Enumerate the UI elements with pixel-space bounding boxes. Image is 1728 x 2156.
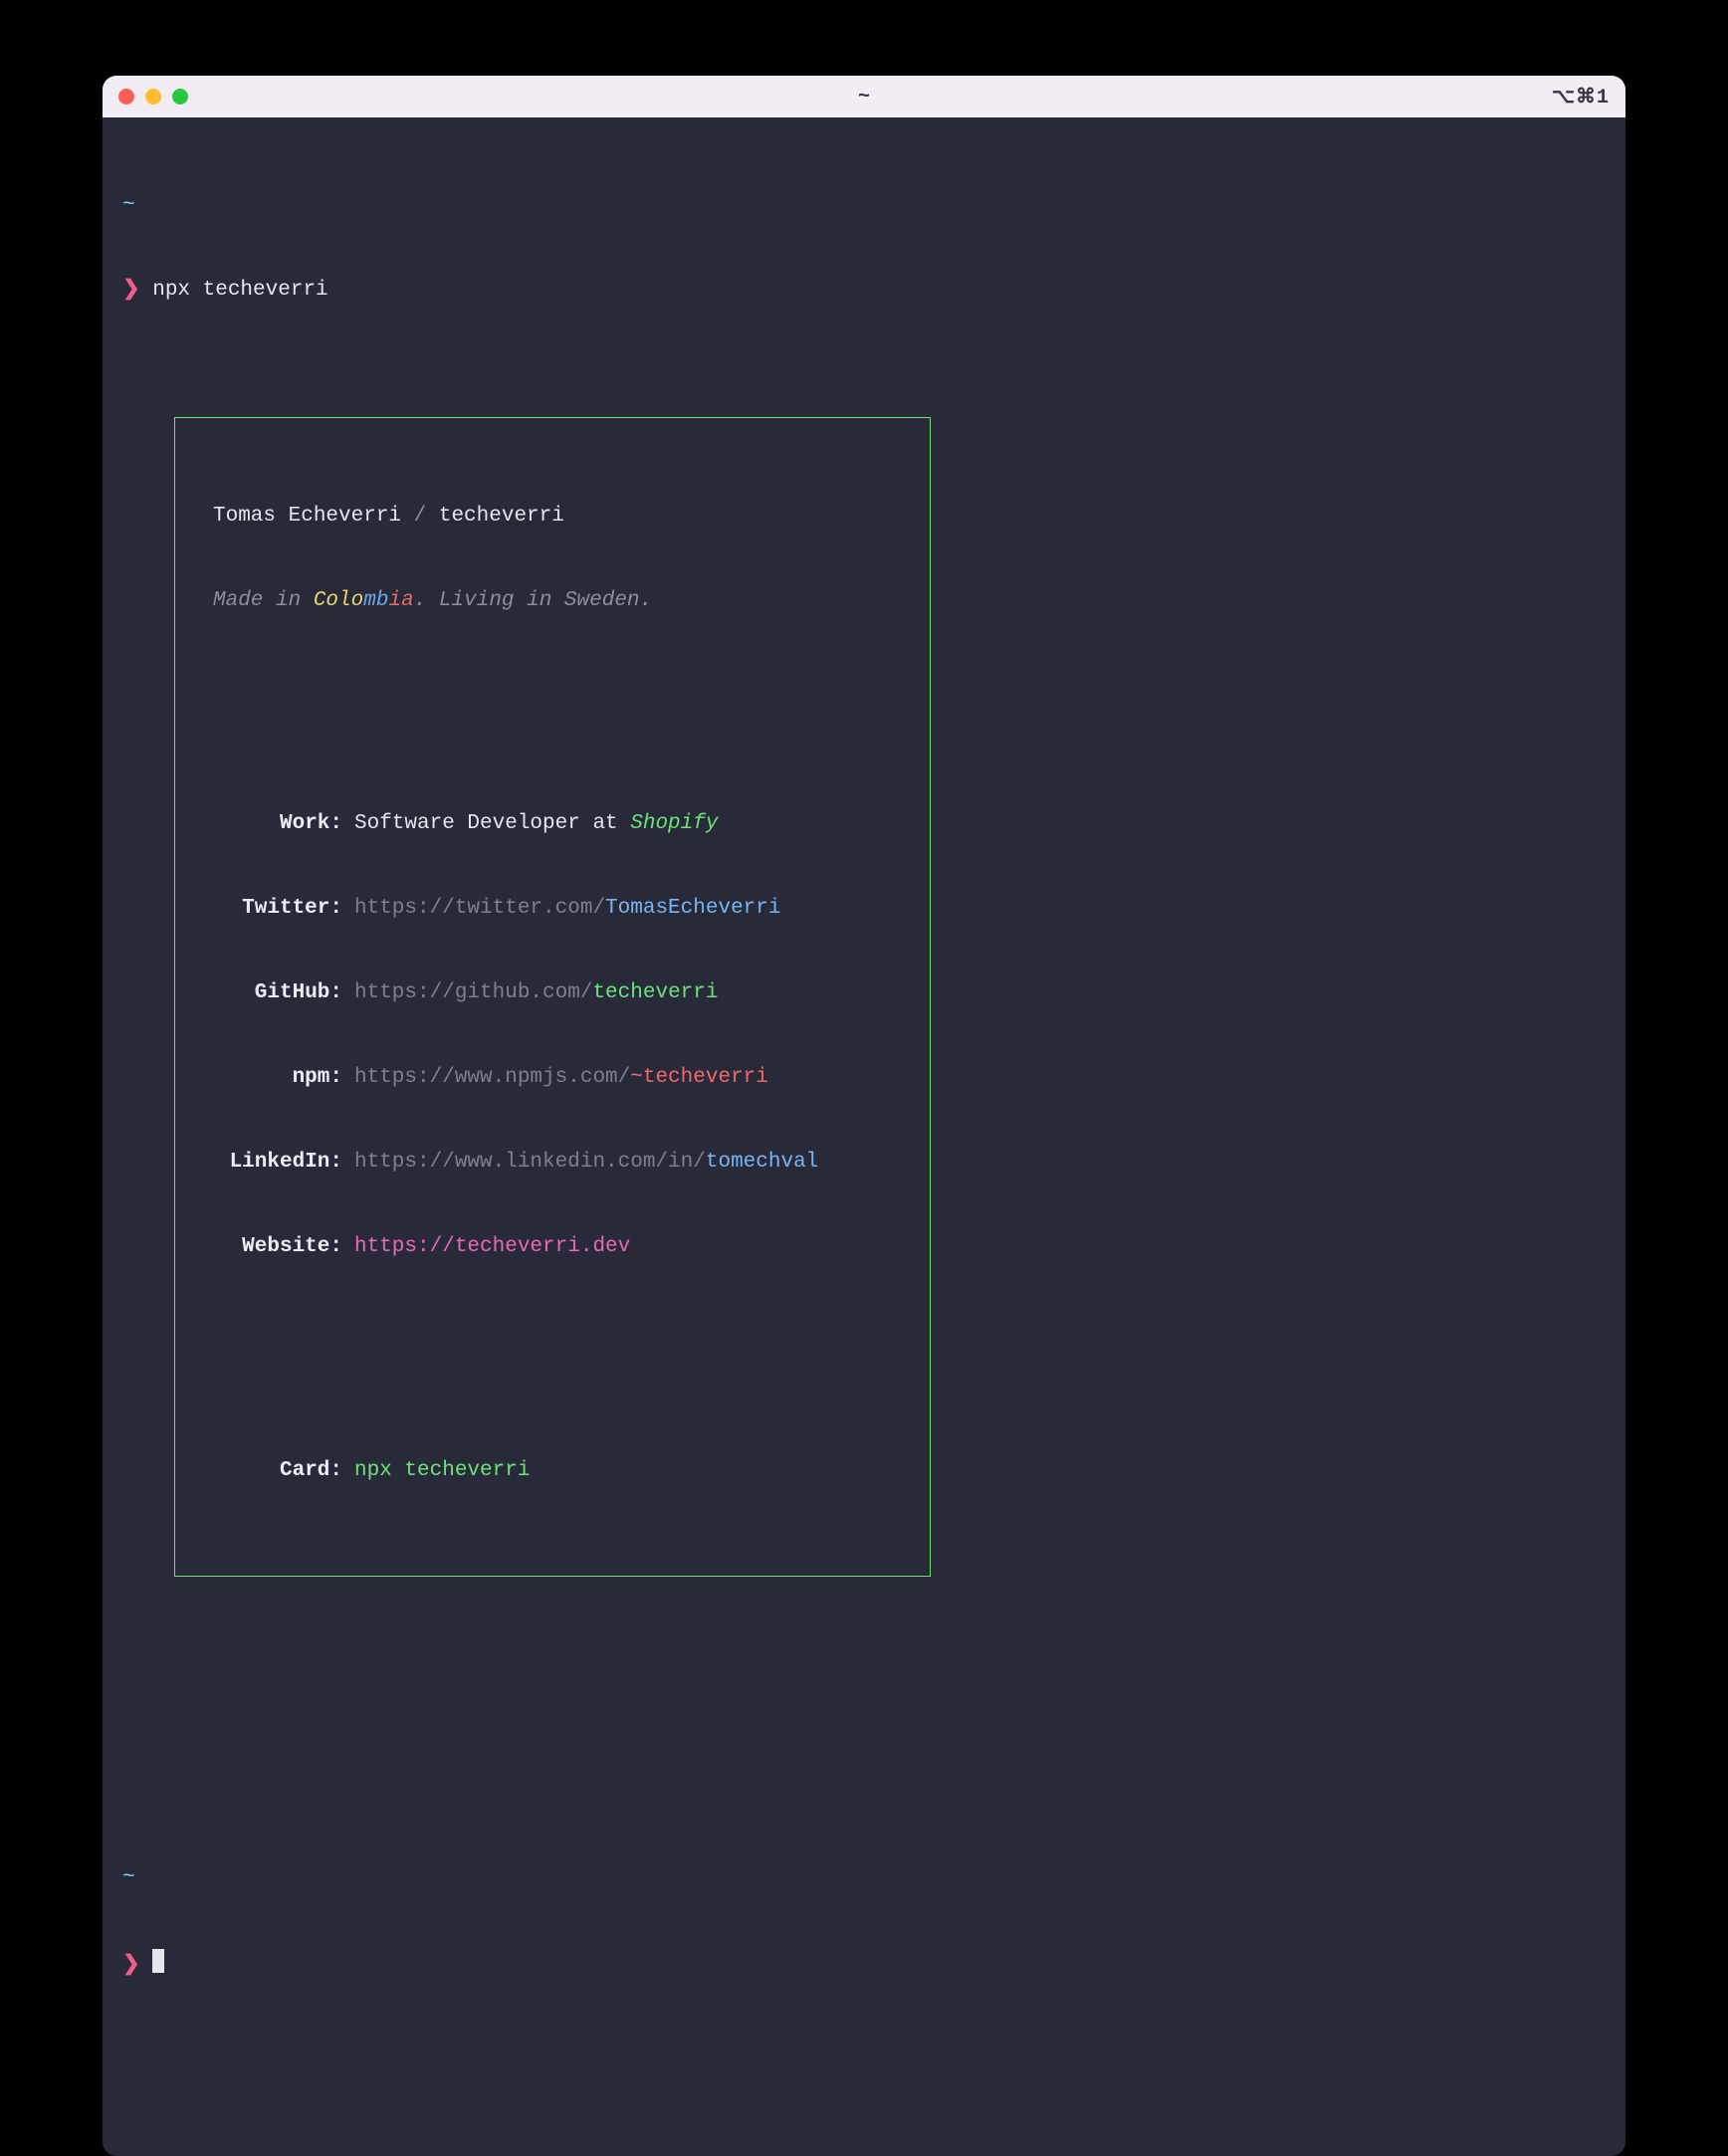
company-name: Shopify <box>630 812 718 835</box>
label-npm: npm: <box>213 1064 342 1092</box>
value-work: Software Developer at Shopify <box>342 810 718 838</box>
row-github: GitHub: https://github.com/techeverri <box>213 979 892 1007</box>
path-indicator: ~ <box>122 1866 135 1889</box>
colombia-part-1: Colo <box>314 589 363 612</box>
spacer <box>122 1754 1606 1780</box>
prompt-caret-icon: ❯ <box>122 1954 140 1977</box>
prompt-path-2: ~ <box>122 1864 1606 1892</box>
value-twitter: https://twitter.com/TomasEcheverri <box>342 895 780 923</box>
spacer <box>213 1347 892 1373</box>
row-work: Work: Software Developer at Shopify <box>213 810 892 838</box>
label-github: GitHub: <box>213 979 342 1007</box>
prompt-caret-icon: ❯ <box>122 279 140 302</box>
prompt-line: ❯ npx techeverri <box>122 277 1606 305</box>
cursor-icon <box>152 1949 164 1973</box>
traffic-lights <box>118 89 188 105</box>
colombia-part-3: ia <box>388 589 413 612</box>
row-card: Card: npx techeverri <box>213 1457 892 1485</box>
path-indicator: ~ <box>122 194 135 217</box>
window-title: ~ <box>103 86 1625 108</box>
value-card: npx techeverri <box>342 1457 530 1485</box>
terminal-window: ~ ⌥⌘1 ~ ❯ npx techeverri Tomas Echeverri… <box>103 76 1625 2156</box>
value-website: https://techeverri.dev <box>342 1233 630 1261</box>
tagline-prefix: Made in <box>213 589 314 612</box>
zoom-icon[interactable] <box>172 89 188 105</box>
prompt-path: ~ <box>122 192 1606 220</box>
titlebar: ~ ⌥⌘1 <box>103 76 1625 117</box>
card-name-line: Tomas Echeverri / techeverri <box>213 503 892 531</box>
command-text: npx techeverri <box>152 279 327 302</box>
row-npm: npm: https://www.npmjs.com/~techeverri <box>213 1064 892 1092</box>
label-linkedin: LinkedIn: <box>213 1149 342 1177</box>
value-npm: https://www.npmjs.com/~techeverri <box>342 1064 768 1092</box>
minimize-icon[interactable] <box>145 89 161 105</box>
row-website: Website: https://techeverri.dev <box>213 1233 892 1261</box>
output-card: Tomas Echeverri / techeverri Made in Col… <box>174 417 931 1577</box>
tagline-suffix: Living in Sweden. <box>439 589 652 612</box>
spacer <box>213 700 892 726</box>
row-linkedin: LinkedIn: https://www.linkedin.com/in/to… <box>213 1149 892 1177</box>
label-twitter: Twitter: <box>213 895 342 923</box>
value-linkedin: https://www.linkedin.com/in/tomechval <box>342 1149 818 1177</box>
terminal-body[interactable]: ~ ❯ npx techeverri Tomas Echeverri / tec… <box>103 117 1625 2156</box>
label-website: Website: <box>213 1233 342 1261</box>
keyboard-shortcut-label: ⌥⌘1 <box>1552 84 1610 109</box>
handle-separator: / <box>401 505 439 528</box>
label-card: Card: <box>213 1457 342 1485</box>
spacer <box>122 1671 1606 1697</box>
person-name: Tomas Echeverri <box>213 505 401 528</box>
tagline-mid: . <box>414 589 439 612</box>
prompt-line-2[interactable]: ❯ <box>122 1949 1606 1980</box>
colombia-part-2: mb <box>363 589 388 612</box>
label-work: Work: <box>213 810 342 838</box>
value-github: https://github.com/techeverri <box>342 979 718 1007</box>
handle: techeverri <box>439 505 564 528</box>
close-icon[interactable] <box>118 89 134 105</box>
row-twitter: Twitter: https://twitter.com/TomasEcheve… <box>213 895 892 923</box>
card-tagline: Made in Colombia. Living in Sweden. <box>213 587 892 615</box>
